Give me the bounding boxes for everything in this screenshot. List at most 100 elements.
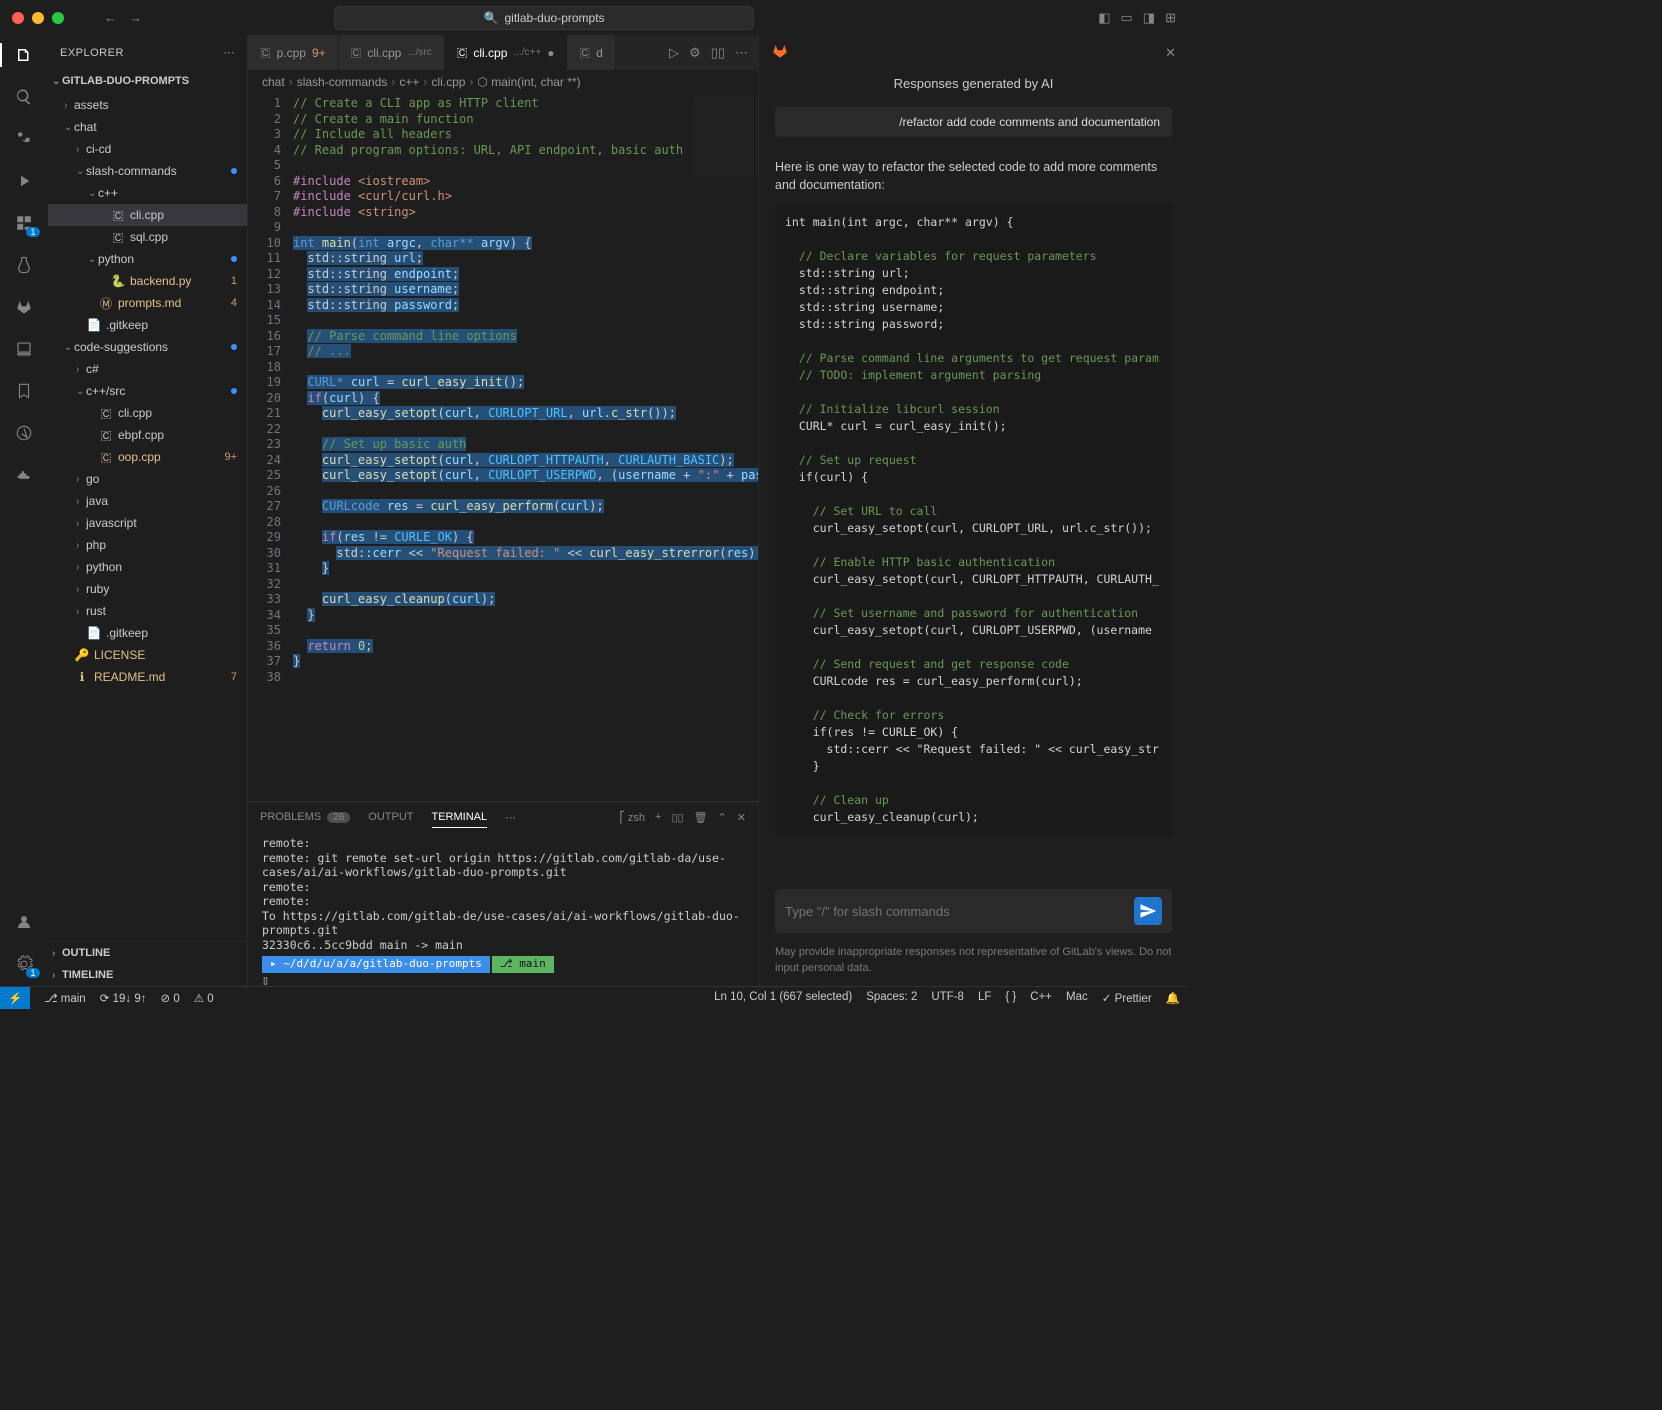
nav-forward-icon[interactable]: → xyxy=(129,10,142,25)
file-sql.cpp[interactable]: 🇨sql.cpp xyxy=(48,226,247,248)
folder-assets[interactable]: ›assets xyxy=(48,94,247,116)
activity-explorer-icon[interactable] xyxy=(12,43,36,67)
folder-java[interactable]: ›java xyxy=(48,490,247,512)
split-editor-icon[interactable]: ▯▯ xyxy=(711,45,725,61)
breadcrumb-segment[interactable]: chat xyxy=(262,75,285,89)
status-braces[interactable]: { } xyxy=(1005,991,1016,1005)
file-.gitkeep[interactable]: 📄.gitkeep xyxy=(48,314,247,336)
breadcrumb-segment[interactable]: ⬡ main(int, char **) xyxy=(477,75,580,89)
project-root[interactable]: GITLAB-DUO-PROMPTS xyxy=(62,75,237,87)
activity-extensions-icon[interactable]: 1 xyxy=(12,211,36,235)
ai-close-icon[interactable]: ✕ xyxy=(1165,45,1176,61)
window-minimize[interactable] xyxy=(32,12,44,24)
explorer-more-icon[interactable]: ⋯ xyxy=(224,46,236,59)
activity-account-icon[interactable] xyxy=(12,910,36,934)
code-editor[interactable]: // Create a CLI app as HTTP client// Cre… xyxy=(293,94,758,801)
status-indent[interactable]: Spaces: 2 xyxy=(866,991,917,1005)
activity-ansible-icon[interactable] xyxy=(12,421,36,445)
activity-remote-icon[interactable] xyxy=(12,337,36,361)
status-errors[interactable]: ⊘ 0 xyxy=(160,991,179,1005)
gear-icon[interactable]: ⚙ xyxy=(689,45,701,61)
folder-go[interactable]: ›go xyxy=(48,468,247,490)
folder-php[interactable]: ›php xyxy=(48,534,247,556)
file-oop.cpp[interactable]: 🇨oop.cpp9+ xyxy=(48,446,247,468)
status-bell-icon[interactable]: 🔔 xyxy=(1166,991,1180,1005)
breadcrumb-segment[interactable]: cli.cpp xyxy=(431,75,465,89)
folder-code-suggestions[interactable]: ⌄code-suggestions xyxy=(48,336,247,358)
folder-c++/src[interactable]: ⌄c++/src xyxy=(48,380,247,402)
ai-chat-input[interactable] xyxy=(785,904,1134,919)
chevron-right-icon[interactable]: › xyxy=(52,970,62,981)
breadcrumb-segment[interactable]: c++ xyxy=(399,75,419,89)
folder-python[interactable]: ›python xyxy=(48,556,247,578)
activity-testing-icon[interactable] xyxy=(12,253,36,277)
chevron-right-icon[interactable]: › xyxy=(52,948,62,959)
status-language[interactable]: C++ xyxy=(1030,991,1052,1005)
terminal-new-icon[interactable]: + xyxy=(655,811,661,824)
activity-source-control-icon[interactable] xyxy=(12,127,36,151)
folder-slash-commands[interactable]: ⌄slash-commands xyxy=(48,160,247,182)
panel-tab-output[interactable]: OUTPUT xyxy=(368,811,413,823)
status-warnings[interactable]: ⚠ 0 xyxy=(194,991,214,1005)
status-formatter[interactable]: ✓ Prettier xyxy=(1102,991,1152,1005)
folder-c#[interactable]: ›c# xyxy=(48,358,247,380)
folder-ci-cd[interactable]: ›ci-cd xyxy=(48,138,247,160)
breadcrumb-segment[interactable]: slash-commands xyxy=(297,75,388,89)
panel-close-icon[interactable]: ✕ xyxy=(737,811,746,824)
status-branch[interactable]: ⎇ main xyxy=(44,991,85,1005)
timeline-section[interactable]: TIMELINE xyxy=(62,969,237,981)
ai-send-button[interactable] xyxy=(1134,897,1162,925)
status-remote[interactable]: ⚡ xyxy=(0,987,30,1009)
file-backend.py[interactable]: 🐍backend.py1 xyxy=(48,270,247,292)
folder-python[interactable]: ⌄python xyxy=(48,248,247,270)
activity-bookmark-icon[interactable] xyxy=(12,379,36,403)
file-cli.cpp[interactable]: 🇨cli.cpp xyxy=(48,402,247,424)
panel-tab-problems[interactable]: PROBLEMS28 xyxy=(260,811,350,823)
file-cli.cpp[interactable]: 🇨cli.cpp xyxy=(48,204,247,226)
command-center[interactable]: 🔍 gitlab-duo-prompts xyxy=(334,6,754,30)
file-LICENSE[interactable]: 🔑LICENSE xyxy=(48,644,247,666)
folder-javascript[interactable]: ›javascript xyxy=(48,512,247,534)
nav-back-icon[interactable]: ← xyxy=(104,10,117,25)
terminal-output[interactable]: remote:remote: git remote set-url origin… xyxy=(248,832,758,986)
file-ebpf.cpp[interactable]: 🇨ebpf.cpp xyxy=(48,424,247,446)
status-eol[interactable]: LF xyxy=(978,991,991,1005)
layout-sidebar-right-icon[interactable]: ◨ xyxy=(1143,10,1155,26)
tab-cli.cpp[interactable]: 🇨cli.cpp.../c++● xyxy=(445,35,568,70)
status-os[interactable]: Mac xyxy=(1066,991,1088,1005)
tab-cli.cpp[interactable]: 🇨cli.cpp.../src xyxy=(339,35,445,70)
tab-p.cpp[interactable]: 🇨p.cpp9+ xyxy=(248,35,339,70)
file-README.md[interactable]: ℹREADME.md7 xyxy=(48,666,247,688)
tab-d[interactable]: 🇨d xyxy=(567,35,615,70)
layout-panel-icon[interactable]: ▭ xyxy=(1120,10,1132,26)
status-sync[interactable]: ⟳ 19↓ 9↑ xyxy=(100,991,147,1005)
outline-section[interactable]: OUTLINE xyxy=(62,947,237,959)
panel-maximize-icon[interactable]: ⌃ xyxy=(718,811,727,824)
more-icon[interactable]: ⋯ xyxy=(735,45,748,61)
breadcrumb[interactable]: chat›slash-commands›c++›cli.cpp›⬡ main(i… xyxy=(248,70,758,94)
layout-sidebar-left-icon[interactable]: ◧ xyxy=(1098,10,1110,26)
folder-ruby[interactable]: ›ruby xyxy=(48,578,247,600)
run-icon[interactable]: ▷ xyxy=(669,45,679,61)
panel-more-icon[interactable]: ⋯ xyxy=(505,811,516,824)
activity-run-debug-icon[interactable] xyxy=(12,169,36,193)
minimap[interactable] xyxy=(694,98,754,178)
file-.gitkeep[interactable]: 📄.gitkeep xyxy=(48,622,247,644)
folder-chat[interactable]: ⌄chat xyxy=(48,116,247,138)
chevron-down-icon[interactable]: ⌄ xyxy=(52,76,62,87)
folder-c++[interactable]: ⌄c++ xyxy=(48,182,247,204)
terminal-split-icon[interactable]: ▯▯ xyxy=(671,811,683,824)
activity-search-icon[interactable] xyxy=(12,85,36,109)
layout-customize-icon[interactable]: ⊞ xyxy=(1165,10,1176,26)
folder-rust[interactable]: ›rust xyxy=(48,600,247,622)
activity-docker-icon[interactable] xyxy=(12,463,36,487)
activity-gitlab-icon[interactable] xyxy=(12,295,36,319)
file-prompts.md[interactable]: Ⓜprompts.md4 xyxy=(48,292,247,314)
terminal-shell-label[interactable]: ⎡ zsh xyxy=(619,811,645,824)
status-cursor[interactable]: Ln 10, Col 1 (667 selected) xyxy=(714,991,852,1005)
window-close[interactable] xyxy=(12,12,24,24)
activity-settings-icon[interactable]: 1 xyxy=(12,952,36,976)
status-encoding[interactable]: UTF-8 xyxy=(931,991,964,1005)
terminal-kill-icon[interactable]: 🗑 xyxy=(694,811,708,824)
window-maximize[interactable] xyxy=(52,12,64,24)
